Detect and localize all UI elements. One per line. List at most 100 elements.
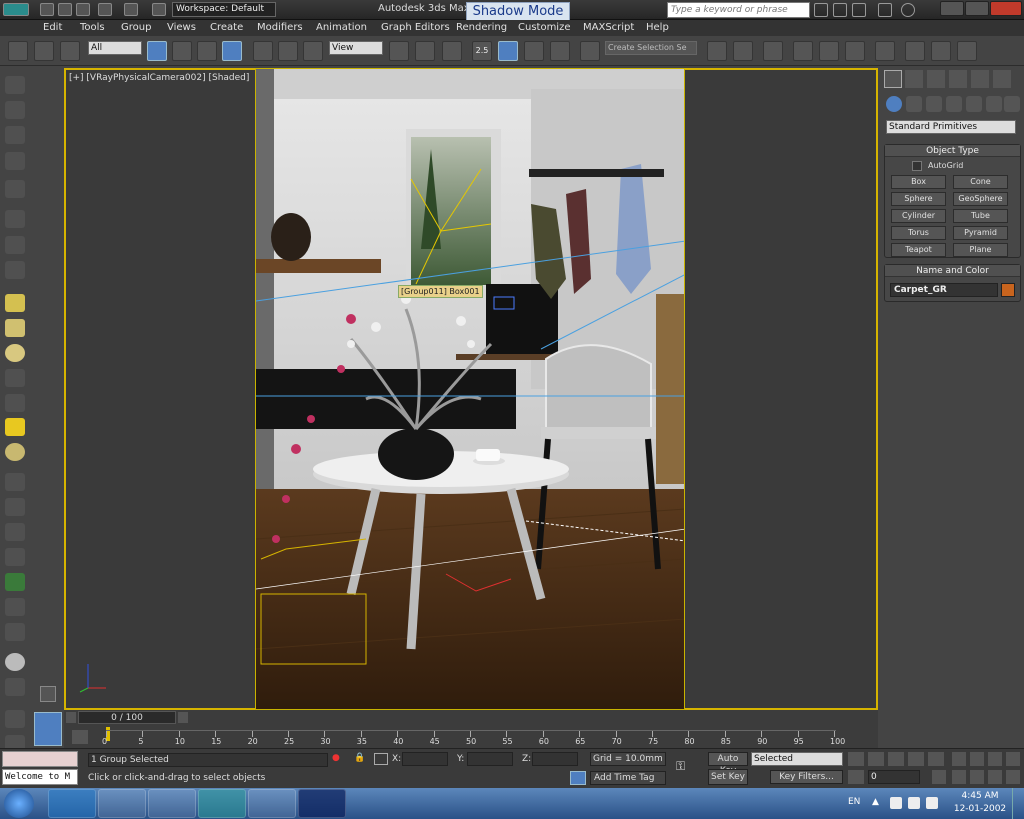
mini-curve-editor-icon[interactable] <box>34 712 62 746</box>
unlink-icon[interactable] <box>34 41 54 61</box>
cloth-icon[interactable] <box>5 523 25 541</box>
angle-snap-icon[interactable] <box>498 41 518 61</box>
key-mode-toggle-icon[interactable] <box>848 770 864 784</box>
rendered-frame-window-icon[interactable] <box>931 41 951 61</box>
render-setup-icon[interactable] <box>905 41 925 61</box>
start-button-icon[interactable] <box>4 789 34 818</box>
systems-icon[interactable] <box>1004 96 1020 112</box>
basket-icon[interactable] <box>5 369 25 387</box>
previous-frame-icon[interactable] <box>868 752 884 766</box>
geosphere-button[interactable]: GeoSphere <box>953 192 1008 206</box>
link-icon[interactable] <box>8 41 28 61</box>
internet-explorer-icon[interactable] <box>48 789 96 818</box>
primitive-category-dropdown[interactable]: Standard Primitives <box>886 120 1016 134</box>
keyboard-shortcut-icon[interactable] <box>442 41 462 61</box>
menu-rendering[interactable]: Rendering <box>456 22 507 33</box>
zoom-all-icon[interactable] <box>970 752 984 766</box>
create-tab-icon[interactable] <box>884 70 902 88</box>
bind-space-warp-icon[interactable] <box>60 41 80 61</box>
current-frame-input[interactable]: 0 <box>868 770 920 784</box>
cameras-icon[interactable] <box>946 96 962 112</box>
orbit-icon[interactable] <box>988 770 1002 784</box>
clock-time[interactable]: 4:45 AM <box>960 791 1000 801</box>
menu-help[interactable]: Help <box>646 22 669 33</box>
file-explorer-icon[interactable] <box>98 789 146 818</box>
hierarchy-icon[interactable] <box>5 210 25 228</box>
menu-edit[interactable]: Edit <box>43 22 62 33</box>
object-name-input[interactable]: Carpet_GR <box>890 283 998 297</box>
photoshop-icon[interactable] <box>298 789 346 818</box>
open-file-icon[interactable] <box>58 3 72 16</box>
modify-tab-icon[interactable] <box>905 70 923 88</box>
volume-icon[interactable] <box>926 797 938 809</box>
material-sphere-icon[interactable] <box>5 653 25 671</box>
go-to-start-icon[interactable] <box>848 752 864 766</box>
tools-icon[interactable] <box>833 3 847 17</box>
space-warps-icon[interactable] <box>986 96 1002 112</box>
utilities-tab-icon[interactable] <box>993 70 1011 88</box>
curve-editor-icon[interactable] <box>819 41 839 61</box>
y-coordinate-input[interactable] <box>467 752 513 766</box>
workspace-dropdown[interactable]: Workspace: Default <box>172 2 276 17</box>
sphere-button[interactable]: Sphere <box>891 192 946 206</box>
menu-animation[interactable]: Animation <box>316 22 367 33</box>
reference-coordinate-dropdown[interactable]: View <box>329 41 383 55</box>
helpers-icon[interactable] <box>966 96 982 112</box>
pivot-center-icon[interactable] <box>389 41 409 61</box>
expand-panel-icon[interactable] <box>40 686 56 702</box>
redo-icon[interactable] <box>124 3 138 16</box>
select-manipulate-icon[interactable] <box>415 41 435 61</box>
light-lister-icon[interactable] <box>5 180 25 198</box>
select-object-icon[interactable] <box>147 41 167 61</box>
sphere-light-icon[interactable] <box>5 443 25 461</box>
3ds-max-taskbar-icon[interactable] <box>198 789 246 818</box>
pyramid-button[interactable]: Pyramid <box>953 226 1008 240</box>
zoom-extents-icon[interactable] <box>988 752 1002 766</box>
cylinder-button[interactable]: Cylinder <box>891 209 946 223</box>
lock-icon[interactable]: 🔒 <box>354 753 365 765</box>
new-file-icon[interactable] <box>40 3 54 16</box>
minimize-button[interactable] <box>940 1 964 16</box>
gear-icon[interactable] <box>5 548 25 566</box>
window-crossing-icon[interactable] <box>222 41 242 61</box>
add-time-tag-button[interactable]: Add Time Tag <box>590 771 666 785</box>
key-filters-button[interactable]: Key Filters... <box>770 770 843 784</box>
object-color-swatch[interactable] <box>1001 283 1015 297</box>
viewport-label[interactable]: [+] [VRayPhysicalCamera002] [Shaded] <box>69 73 249 83</box>
save-file-icon[interactable] <box>76 3 90 16</box>
layers-icon[interactable] <box>5 126 25 144</box>
app-logo-icon[interactable] <box>3 3 29 16</box>
maxscript-listener-input[interactable]: Welcome to M <box>2 769 78 785</box>
motion-tab-icon[interactable] <box>949 70 967 88</box>
dynamics-icon[interactable] <box>5 498 25 516</box>
tray-flag-icon[interactable] <box>890 797 902 809</box>
named-selection-dropdown[interactable]: Create Selection Se <box>605 41 697 55</box>
star-icon[interactable] <box>852 3 866 17</box>
key-mode-dropdown[interactable]: Selected <box>751 752 843 766</box>
binoculars-icon[interactable] <box>814 3 828 17</box>
mirror-icon[interactable] <box>707 41 727 61</box>
show-desktop-button[interactable] <box>1012 788 1024 819</box>
percent-snap-icon[interactable] <box>524 41 544 61</box>
spinner-snap-icon[interactable] <box>550 41 570 61</box>
display-tab-icon[interactable] <box>971 70 989 88</box>
render-icon[interactable] <box>5 710 25 728</box>
camera-sequencer-icon[interactable] <box>5 261 25 279</box>
pan-view-icon[interactable] <box>970 770 984 784</box>
scene-explorer-icon[interactable] <box>5 152 25 170</box>
object-type-title[interactable]: Object Type <box>885 145 1020 157</box>
time-configuration-icon[interactable] <box>932 770 946 784</box>
menu-tools[interactable]: Tools <box>80 22 105 33</box>
cone-button[interactable]: Cone <box>953 175 1008 189</box>
plant-icon[interactable] <box>5 573 25 591</box>
teapot-button[interactable]: Teapot <box>891 243 946 257</box>
cloth-modifier-icon[interactable] <box>5 623 25 641</box>
schematic-view-icon[interactable] <box>845 41 865 61</box>
align-icon[interactable] <box>733 41 753 61</box>
hierarchy-tab-icon[interactable] <box>927 70 945 88</box>
clock-date[interactable]: 12-01-2002 <box>950 804 1010 814</box>
media-player-icon[interactable] <box>148 789 196 818</box>
help-icon[interactable] <box>901 3 915 17</box>
absolute-mode-icon[interactable] <box>374 753 388 765</box>
network-icon[interactable] <box>908 797 920 809</box>
